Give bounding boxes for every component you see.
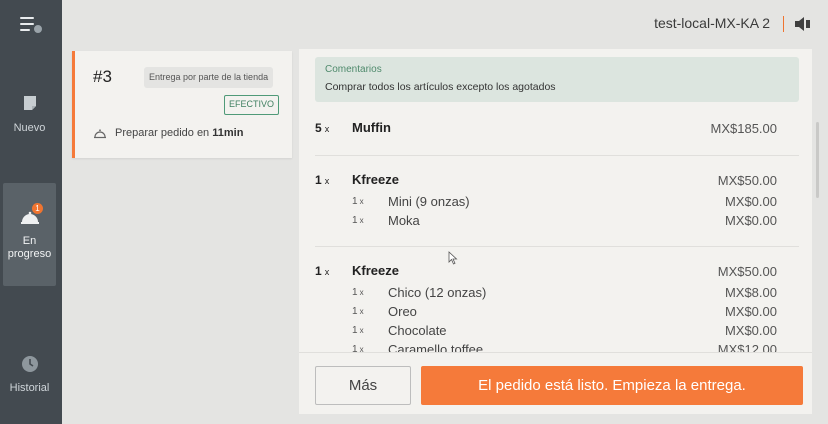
modifier-name: Chocolate	[388, 323, 447, 338]
modifier-quantity: 1x	[352, 306, 364, 317]
receipt-icon	[23, 96, 36, 110]
speaker-icon[interactable]	[794, 15, 812, 33]
item-modifier: 1x Chico (12 onzas) MX$8.00	[315, 284, 799, 303]
prep-time-row: Preparar pedido en 11min	[115, 127, 243, 139]
prep-time-value: 11min	[212, 127, 244, 139]
item-divider	[315, 155, 799, 156]
sidebar-item-historial[interactable]: Historial	[3, 355, 56, 400]
sidebar-item-label: En progreso	[7, 235, 52, 260]
item-name: Kfreeze	[352, 172, 399, 187]
modifier-quantity: 1x	[352, 287, 364, 298]
payment-method-badge: EFECTIVO	[224, 95, 280, 115]
item-modifier: 1x Caramello toffee MX$12.00	[315, 341, 799, 352]
item-quantity: 5x	[315, 121, 330, 135]
order-item: 1x Kfreeze MX$50.00	[315, 262, 799, 284]
modifier-quantity: 1x	[352, 196, 364, 207]
modifier-price: MX$0.00	[724, 323, 777, 338]
item-modifier: 1x Mini (9 onzas) MX$0.00	[315, 193, 799, 212]
modifier-name: Chico (12 onzas)	[388, 285, 487, 300]
comments-box: Comentarios Comprar todos los artículos …	[315, 57, 799, 102]
item-quantity: 1x	[315, 173, 330, 187]
order-detail-panel: Comentarios Comprar todos los artículos …	[299, 49, 812, 414]
order-items-list[interactable]: 5x Muffin MX$185.00 1x Kfreeze MX$50.00 …	[299, 109, 812, 352]
modifier-name: Mini (9 onzas)	[388, 194, 470, 209]
action-footer: Más El pedido está listo. Empieza la ent…	[299, 352, 812, 414]
order-ready-button[interactable]: El pedido está listo. Empieza la entrega…	[421, 366, 803, 405]
modifier-name: Moka	[388, 213, 420, 228]
sidebar-item-en-progreso[interactable]: 1 En progreso	[3, 183, 56, 286]
header-divider	[783, 16, 784, 32]
modifier-name: Oreo	[388, 304, 417, 319]
mouse-cursor-icon	[448, 251, 458, 265]
store-name: test-local-MX-KA 2	[654, 15, 770, 31]
item-quantity: 1x	[315, 264, 330, 278]
item-name: Muffin	[352, 120, 391, 135]
modifier-quantity: 1x	[352, 325, 364, 336]
item-name: Kfreeze	[352, 263, 399, 278]
item-divider	[315, 246, 799, 247]
modifier-name: Caramello toffee	[388, 342, 484, 352]
scrollbar[interactable]	[816, 122, 819, 198]
item-price: MX$50.00	[717, 173, 777, 188]
clock-icon	[21, 356, 38, 372]
modifier-price: MX$0.00	[724, 213, 777, 228]
bell-icon	[94, 129, 106, 139]
status-dot	[33, 24, 43, 34]
sidebar-item-label: Historial	[9, 382, 50, 394]
item-modifier: 1x Moka MX$0.00	[315, 212, 799, 231]
comments-title: Comentarios	[325, 64, 382, 75]
modifier-quantity: 1x	[352, 344, 364, 352]
menu-icon[interactable]	[20, 14, 43, 36]
item-modifier: 1x Oreo MX$0.00	[315, 303, 799, 322]
order-item: 1x Kfreeze MX$50.00	[315, 171, 799, 193]
notification-badge: 1	[32, 203, 43, 214]
modifier-price: MX$8.00	[724, 285, 777, 300]
item-modifier: 1x Chocolate MX$0.00	[315, 322, 799, 341]
order-item: 5x Muffin MX$185.00	[315, 119, 799, 141]
comments-text: Comprar todos los artículos excepto los …	[325, 81, 556, 93]
item-price: MX$185.00	[710, 121, 778, 136]
more-button[interactable]: Más	[315, 366, 411, 405]
sidebar-item-label: Nuevo	[13, 122, 46, 134]
order-number: #3	[93, 67, 112, 86]
modifier-price: MX$0.00	[724, 304, 777, 319]
sidebar-item-nuevo[interactable]: Nuevo	[3, 94, 56, 144]
modifier-price: MX$12.00	[717, 342, 777, 352]
item-price: MX$50.00	[717, 264, 777, 279]
modifier-quantity: 1x	[352, 215, 364, 226]
modifier-price: MX$0.00	[724, 194, 777, 209]
prep-time-label: Preparar pedido en	[115, 127, 210, 139]
sidebar: Nuevo 1 En progreso Historial	[0, 0, 62, 424]
delivery-type-badge: Entrega por parte de la tienda	[144, 67, 274, 88]
order-card[interactable]: #3 Entrega por parte de la tienda EFECTI…	[72, 51, 292, 158]
